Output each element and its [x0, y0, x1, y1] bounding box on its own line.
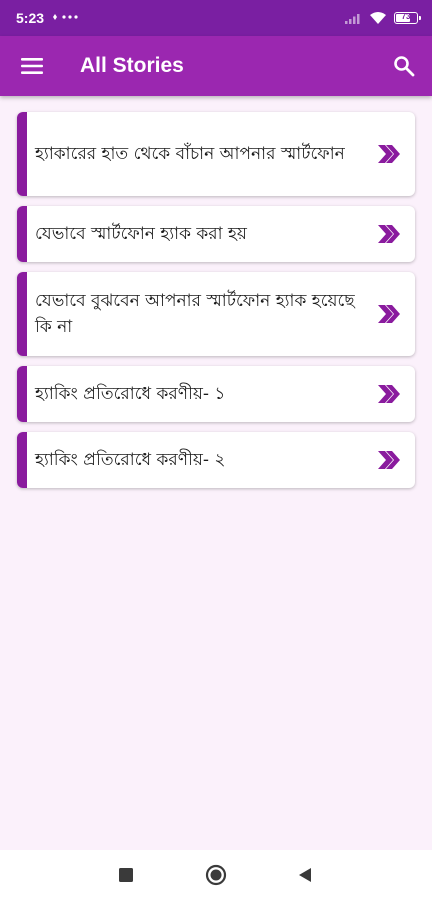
status-notification-icons	[52, 11, 80, 25]
double-chevron-right-icon	[378, 225, 400, 243]
story-title: হ্যাকারের হাত থেকে বাঁচান আপনার স্মার্টফ…	[35, 144, 345, 164]
signal-icon	[345, 14, 360, 24]
story-title: হ্যাকিং প্রতিরোধে করণীয়- ২	[35, 450, 226, 470]
double-chevron-right-icon	[378, 451, 400, 469]
triangle-back-icon	[299, 868, 311, 882]
card-accent-bar	[17, 206, 27, 262]
story-title: যেভাবে স্মার্টফোন হ্যাক করা হয়	[35, 224, 247, 244]
story-title: যেভাবে বুঝবেন আপনার স্মার্টফোন হ্যাক হয়…	[35, 291, 355, 337]
battery-icon: 73	[394, 12, 421, 24]
search-button[interactable]	[392, 54, 416, 78]
system-nav-bar	[0, 850, 432, 900]
recents-button[interactable]	[115, 864, 137, 886]
hamburger-menu-icon	[21, 58, 43, 74]
status-bar: 5:23 73	[0, 0, 432, 36]
story-card[interactable]: হ্যাকারের হাত থেকে বাঁচান আপনার স্মার্টফ…	[17, 112, 415, 196]
story-title: হ্যাকিং প্রতিরোধে করণীয়- ১	[35, 384, 226, 404]
square-recents-icon	[119, 868, 133, 882]
double-chevron-right-icon	[378, 385, 400, 403]
card-accent-bar	[17, 432, 27, 488]
status-right-group: 73	[344, 11, 421, 25]
menu-button[interactable]	[20, 54, 44, 78]
status-time: 5:23	[16, 10, 45, 26]
story-card[interactable]: যেভাবে বুঝবেন আপনার স্মার্টফোন হ্যাক হয়…	[17, 272, 415, 356]
story-card[interactable]: হ্যাকিং প্রতিরোধে করণীয়- ১	[17, 366, 415, 422]
back-button[interactable]	[294, 864, 316, 886]
wifi-icon	[370, 12, 386, 24]
story-card[interactable]: হ্যাকিং প্রতিরোধে করণীয়- ২	[17, 432, 415, 488]
battery-level-text: 73	[401, 12, 411, 21]
app-bar: All Stories	[0, 36, 432, 96]
double-chevron-right-icon	[378, 145, 400, 163]
search-icon	[394, 56, 415, 77]
story-list: হ্যাকারের হাত থেকে বাঁচান আপনার স্মার্টফ…	[17, 112, 415, 498]
story-card[interactable]: যেভাবে স্মার্টফোন হ্যাক করা হয়	[17, 206, 415, 262]
circle-home-icon	[205, 864, 227, 886]
card-accent-bar	[17, 272, 27, 356]
battery-tip	[419, 16, 421, 20]
page-title: All Stories	[80, 54, 184, 77]
double-chevron-right-icon	[378, 305, 400, 323]
card-accent-bar	[17, 112, 27, 196]
notification-dots-icon	[53, 14, 78, 20]
card-accent-bar	[17, 366, 27, 422]
home-button[interactable]	[205, 864, 227, 886]
